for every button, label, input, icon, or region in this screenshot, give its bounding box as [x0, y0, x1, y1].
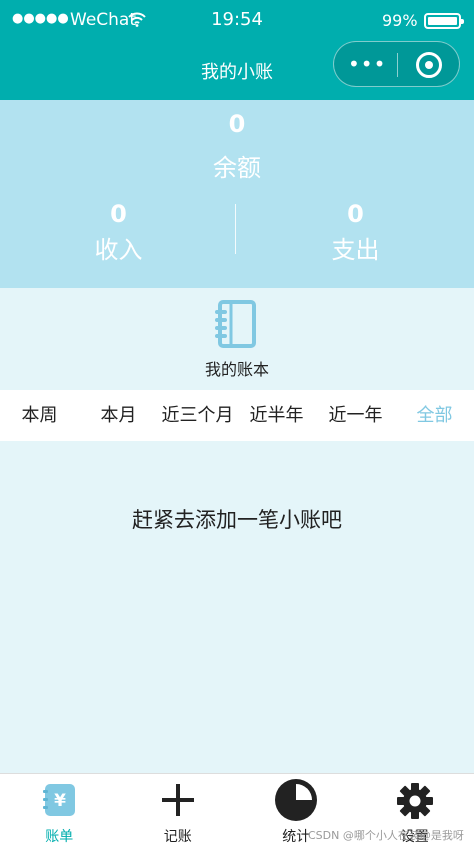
capsule-divider — [397, 53, 398, 77]
filter-tab-half-year[interactable]: 近半年 — [237, 390, 316, 441]
tab-label: 记账 — [163, 829, 192, 845]
status-bar: ●●●●● WeChat 19:54 99% — [0, 0, 474, 40]
watermark: CSDN @哪个小人在装@是我呀 — [308, 829, 464, 842]
tab-record[interactable]: 记账 — [119, 774, 238, 849]
gear-icon — [396, 783, 433, 819]
svg-text:¥: ¥ — [54, 791, 66, 811]
filter-tab-this-month[interactable]: 本月 — [79, 390, 158, 441]
mini-program-capsule: ••• — [333, 41, 460, 87]
expense-label: 支出 — [331, 236, 380, 264]
nav-bar: 我的小账 ••• — [0, 40, 474, 100]
tab-bill[interactable]: ¥ 账单 — [0, 774, 119, 849]
empty-state-message: 赶紧去添加一笔小账吧 — [132, 508, 342, 532]
expense-block: 0 支出 — [237, 200, 474, 265]
bill-icon: ¥ — [43, 784, 76, 816]
balance-value: 0 — [228, 110, 246, 138]
summary-panel: 0 余额 0 收入 0 支出 — [0, 100, 474, 288]
period-filter-tabs: 本周 本月 近三个月 近半年 近一年 全部 — [0, 390, 474, 441]
close-target-icon[interactable] — [416, 52, 442, 78]
battery-icon — [424, 13, 464, 29]
tab-label: 账单 — [45, 829, 74, 845]
expense-value: 0 — [347, 200, 364, 228]
summary-divider — [235, 204, 236, 254]
income-block: 0 收入 — [0, 200, 237, 265]
income-value: 0 — [110, 200, 127, 228]
filter-tab-all[interactable]: 全部 — [395, 390, 474, 441]
more-icon[interactable]: ••• — [348, 54, 386, 74]
filter-tab-three-months[interactable]: 近三个月 — [158, 390, 237, 441]
battery-percent: 99% — [382, 11, 418, 30]
balance-label: 余额 — [213, 154, 261, 182]
account-book-label: 我的账本 — [204, 360, 269, 379]
my-account-book[interactable]: 我的账本 — [0, 288, 474, 390]
plus-icon — [161, 784, 194, 816]
notebook-icon — [215, 300, 256, 348]
pie-chart-icon — [275, 779, 318, 821]
filter-tab-one-year[interactable]: 近一年 — [316, 390, 395, 441]
filter-tab-this-week[interactable]: 本周 — [0, 390, 79, 441]
income-label: 收入 — [94, 236, 143, 264]
